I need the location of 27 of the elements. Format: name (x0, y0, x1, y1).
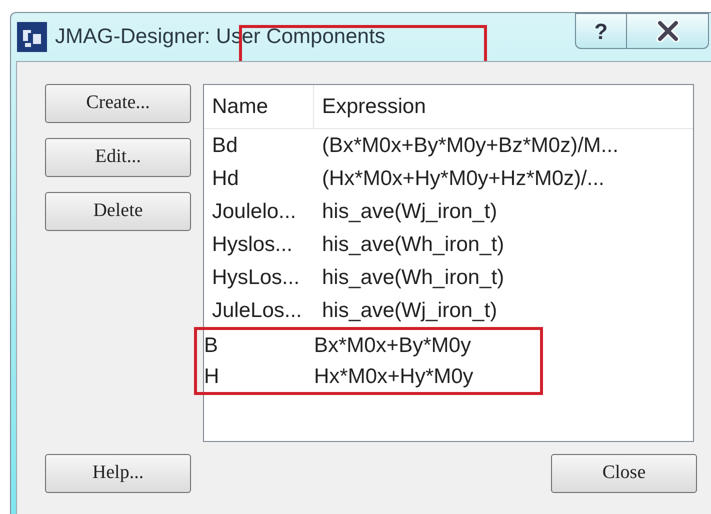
column-header[interactable]: Expression (314, 85, 426, 128)
close-icon (654, 20, 680, 42)
table-cell-text: Bx*M0x+By*M0y (314, 332, 471, 359)
table-cell-text: Bd (212, 132, 239, 159)
table-cell-text: his_ave(Wh_iron_t) (322, 232, 504, 258)
table-cell-text: his_ave(Wh_iron_t) (322, 264, 504, 291)
table-cell-text: B (204, 332, 220, 359)
table-cell-text: JuleLos... (212, 298, 303, 324)
action-button[interactable]: Delete (45, 192, 191, 231)
table-cell-text: Hx*M0x+Hy*M0y (314, 364, 474, 390)
app-logo-icon (17, 22, 47, 52)
table-cell-text: his_ave(Wj_iron_t) (322, 298, 498, 324)
dialog-button[interactable]: Close (551, 454, 697, 493)
table-cell-text: Hd (212, 166, 240, 192)
table-cell-text: (Hx*M0x+Hy*M0y+Hz*M0z)/... (322, 166, 604, 192)
action-button[interactable]: Edit... (45, 138, 191, 177)
table-cell-text: (Bx*M0x+By*M0y+Bz*M0z)/M... (322, 132, 618, 159)
table-cell-text: Joulelo... (212, 198, 298, 225)
dialog-button[interactable]: Help... (45, 454, 191, 493)
action-button[interactable]: Create... (45, 84, 191, 123)
help-button[interactable]: ? (575, 13, 627, 49)
table-cell-text: H (204, 364, 220, 390)
table-cell-text: Hyslos... (212, 232, 294, 258)
table-cell-text: his_ave(Wj_iron_t) (322, 198, 498, 225)
close-window-button[interactable] (627, 13, 709, 49)
table-cell-text: HysLos... (212, 264, 301, 291)
column-header[interactable]: Name (204, 85, 314, 128)
